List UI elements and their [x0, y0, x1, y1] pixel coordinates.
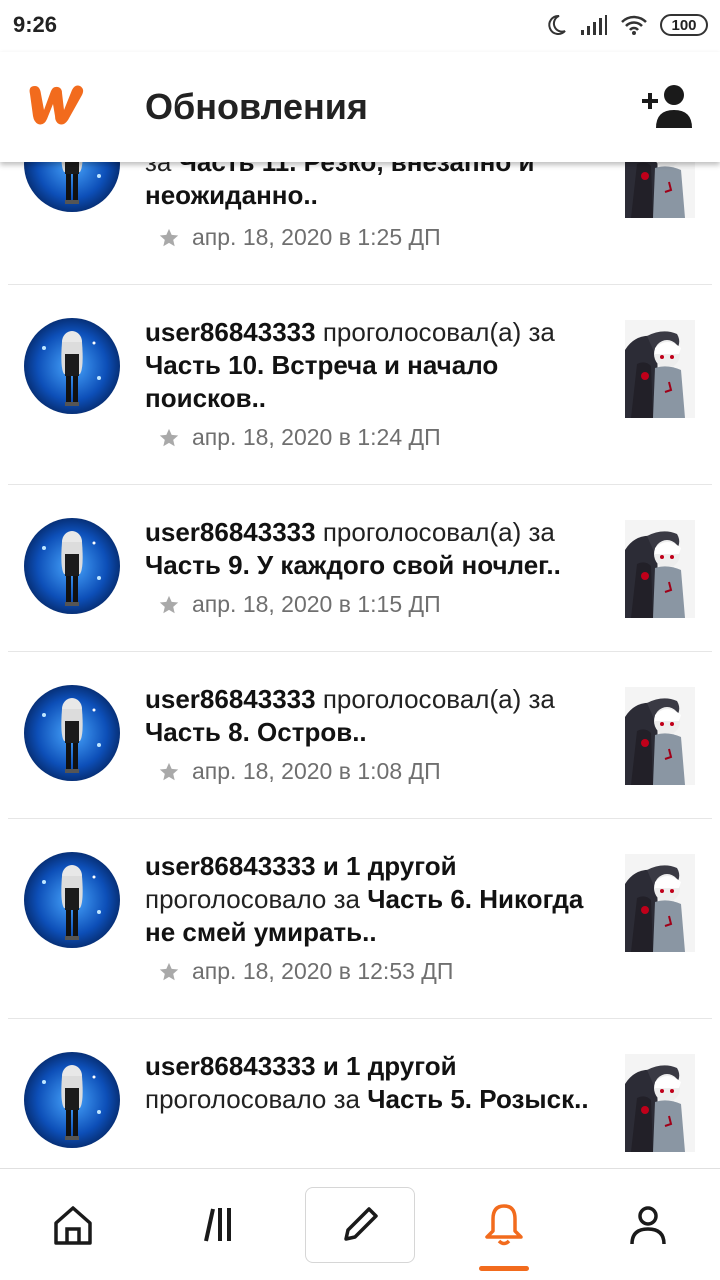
user-avatar[interactable] [24, 318, 120, 414]
feed-item[interactable]: user86843333 проголосовал(а) за Часть 8.… [8, 652, 712, 819]
feed-message: user86843333 и 1 другой проголосовало за… [145, 850, 605, 949]
timestamp: апр. 18, 2020 в 1:25 ДП [192, 224, 441, 250]
pencil-icon [344, 1207, 378, 1241]
username-link[interactable]: user86843333 и 1 другой [145, 1051, 457, 1081]
action-text: проголосовал(а) за [315, 317, 555, 347]
story-cover[interactable] [625, 520, 695, 618]
feed-meta: апр. 18, 2020 в 1:08 ДП [158, 758, 441, 785]
feed-meta: апр. 18, 2020 в 1:15 ДП [158, 591, 441, 618]
status-bar: 9:26 100 [0, 0, 720, 52]
username-link[interactable]: user86843333 и 1 другой [145, 851, 457, 881]
user-avatar[interactable] [24, 685, 120, 781]
feed-message: user86843333 проголосовал(а) за Часть 9.… [145, 516, 605, 582]
star-icon [159, 228, 179, 246]
story-cover[interactable] [625, 687, 695, 785]
nav-profile[interactable] [593, 1187, 703, 1263]
nav-notifications[interactable] [449, 1187, 559, 1263]
feed-item[interactable]: user86843333 проголосовал(а) за Часть 9.… [8, 485, 712, 652]
user-avatar[interactable] [24, 1052, 120, 1148]
star-icon [159, 962, 179, 980]
feed-item[interactable]: user86843333 и 1 другой проголосовало за… [8, 819, 712, 1019]
bell-icon [485, 1204, 523, 1246]
moon-icon [548, 14, 566, 35]
notification-feed: за Часть 11. Резко, внезапно и неожиданн… [0, 100, 720, 1219]
story-cover[interactable] [625, 854, 695, 952]
feed-message: user86843333 и 1 другой проголосовало за… [145, 1050, 605, 1116]
signal-icon [581, 15, 607, 35]
action-text: проголосовало за [145, 884, 368, 914]
star-icon [159, 428, 179, 446]
bottom-nav [0, 1168, 720, 1280]
feed-meta: апр. 18, 2020 в 1:24 ДП [158, 424, 441, 451]
user-avatar[interactable] [24, 518, 120, 614]
status-time: 9:26 [13, 12, 58, 37]
wattpad-logo-icon[interactable] [24, 80, 88, 128]
feed-meta: апр. 18, 2020 в 12:53 ДП [158, 958, 453, 985]
username-link[interactable]: user86843333 [145, 517, 316, 547]
chapter-link[interactable]: Часть 9. У каждого свой ночлег.. [145, 550, 561, 580]
chapter-link[interactable]: Часть 5. Розыск.. [367, 1084, 588, 1114]
nav-home[interactable] [18, 1187, 128, 1263]
action-text: проголосовало за [145, 1084, 368, 1114]
timestamp: апр. 18, 2020 в 1:15 ДП [192, 591, 441, 617]
timestamp: апр. 18, 2020 в 1:08 ДП [192, 758, 441, 784]
username-link[interactable]: user86843333 [145, 684, 316, 714]
feed-message: user86843333 проголосовал(а) за Часть 10… [145, 316, 605, 415]
star-icon [159, 595, 179, 613]
star-icon [159, 762, 179, 780]
nav-active-indicator [479, 1266, 529, 1271]
action-text: проголосовал(а) за [315, 684, 555, 714]
timestamp: апр. 18, 2020 в 12:53 ДП [192, 958, 454, 984]
library-icon [204, 1208, 231, 1242]
app-bar: Обновления [0, 52, 720, 162]
user-avatar[interactable] [24, 852, 120, 948]
profile-icon [630, 1206, 666, 1245]
timestamp: апр. 18, 2020 в 1:24 ДП [192, 424, 441, 450]
wifi-icon [621, 15, 647, 35]
chapter-link[interactable]: Часть 8. Остров.. [145, 717, 367, 747]
story-cover[interactable] [625, 320, 695, 418]
feed-meta: апр. 18, 2020 в 1:25 ДП [158, 224, 441, 251]
status-icons: 100 [544, 10, 708, 40]
feed-message: user86843333 проголосовал(а) за Часть 8.… [145, 683, 605, 749]
chapter-link[interactable]: Часть 10. Встреча и начало поисков.. [145, 350, 498, 413]
action-text: проголосовал(а) за [315, 517, 555, 547]
story-cover[interactable] [625, 1054, 695, 1152]
page-title: Обновления [145, 86, 368, 127]
nav-library[interactable] [163, 1187, 273, 1263]
nav-write[interactable] [305, 1187, 415, 1263]
username-link[interactable]: user86843333 [145, 317, 316, 347]
home-icon [54, 1206, 92, 1245]
battery-icon: 100 [660, 14, 708, 36]
add-friend-icon[interactable] [640, 82, 696, 130]
feed-item[interactable]: user86843333 проголосовал(а) за Часть 10… [8, 285, 712, 485]
